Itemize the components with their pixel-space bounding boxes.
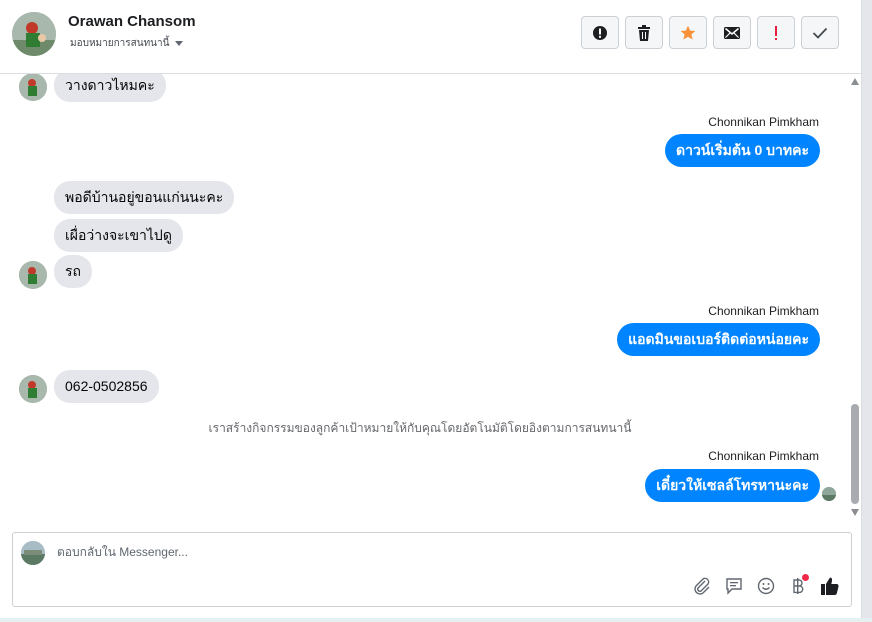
incoming-message[interactable]: เผื่อว่างจะเขาไปดู	[54, 219, 183, 252]
delete-button[interactable]	[625, 16, 663, 49]
saved-reply-button[interactable]	[723, 575, 745, 597]
outer-panel-edge-bottom	[0, 618, 872, 622]
thread-scrollbar[interactable]	[848, 74, 862, 524]
seen-avatar	[822, 487, 836, 501]
like-button[interactable]	[819, 575, 841, 597]
contact-avatar-small	[19, 375, 47, 403]
page-avatar	[21, 541, 45, 565]
composer-tools	[691, 574, 841, 597]
sender-name: Chonnikan Pimkham	[708, 115, 819, 129]
incoming-message[interactable]: วางดาวไหมคะ	[54, 74, 166, 102]
paperclip-icon	[694, 577, 710, 595]
incoming-message[interactable]: พอดีบ้านอยู่ขอนแก่นนะคะ	[54, 181, 235, 214]
star-icon	[680, 25, 696, 40]
scroll-down-arrow-icon[interactable]	[851, 509, 859, 516]
message-composer	[12, 532, 852, 607]
like-icon	[821, 577, 839, 595]
chevron-down-icon	[175, 41, 184, 46]
mark-important-button[interactable]	[581, 16, 619, 49]
contact-avatar[interactable]	[12, 12, 56, 56]
mark-spam-button[interactable]	[757, 16, 795, 49]
scroll-up-arrow-icon[interactable]	[851, 78, 859, 85]
scroll-thumb[interactable]	[851, 404, 859, 504]
sender-name: Chonnikan Pimkham	[708, 449, 819, 463]
system-note: เราสร้างกิจกรรมของลูกค้าเป้าหมายให้กับคุ…	[208, 421, 632, 435]
alert-icon	[593, 25, 607, 40]
envelope-icon	[724, 26, 740, 39]
payment-button[interactable]	[787, 574, 809, 597]
assign-label: มอบหมายการสนทนานี้	[70, 38, 170, 49]
outgoing-message[interactable]: แอดมินขอเบอร์ติดต่อหน่อยคะ	[617, 323, 820, 356]
contact-avatar-small	[19, 74, 47, 101]
outgoing-message[interactable]: เดี๋ยวให้เซลล์โทรหานะคะ	[645, 469, 820, 502]
outer-panel-edge	[862, 0, 872, 622]
check-icon	[812, 27, 828, 39]
incoming-message[interactable]: 062-0502856	[54, 370, 159, 403]
outgoing-message[interactable]: ดาวน์เริ่มต้น 0 บาทคะ	[664, 134, 820, 167]
message-thread[interactable]: วางดาวไหมคะ Chonnikan Pimkham ดาวน์เริ่ม…	[0, 74, 848, 524]
saved-reply-icon	[726, 578, 742, 595]
conversation-actions	[581, 16, 839, 49]
reply-input[interactable]	[57, 545, 657, 559]
contact-name[interactable]: Orawan Chansom	[68, 13, 196, 30]
trash-icon	[638, 24, 650, 41]
mark-unread-button[interactable]	[713, 16, 751, 49]
notification-dot	[802, 574, 809, 581]
conversation-panel: Orawan Chansom มอบหมายการสนทนานี้ วางดาว…	[0, 0, 862, 618]
conversation-header: Orawan Chansom มอบหมายการสนทนานี้	[0, 0, 862, 74]
assign-conversation-dropdown[interactable]: มอบหมายการสนทนานี้	[70, 36, 184, 51]
sender-name: Chonnikan Pimkham	[708, 304, 819, 318]
exclamation-icon	[775, 25, 777, 40]
incoming-message[interactable]: รถ	[54, 255, 92, 288]
mark-done-button[interactable]	[801, 16, 839, 49]
attach-button[interactable]	[691, 575, 713, 597]
contact-avatar-small	[19, 261, 47, 289]
emoji-icon	[757, 577, 775, 595]
emoji-button[interactable]	[755, 575, 777, 597]
star-button[interactable]	[669, 16, 707, 49]
